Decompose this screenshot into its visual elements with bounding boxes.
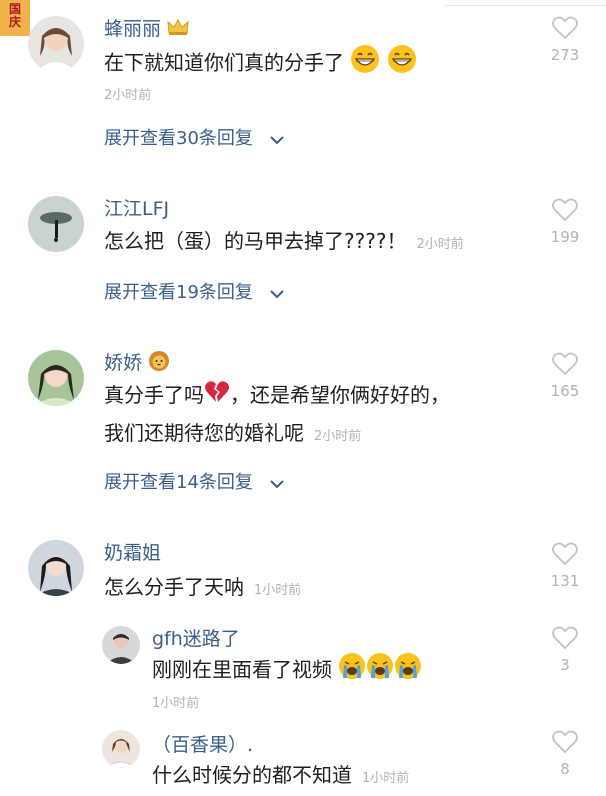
like-button[interactable]: 131 [545, 542, 585, 590]
like-count: 273 [550, 46, 580, 64]
comment-text-body: 刚刚在里面看了视频 [152, 657, 332, 682]
avatar[interactable] [28, 16, 84, 72]
comment-text: 真分手了吗 ，还是希望你俩好好的， [104, 378, 450, 414]
comment-item: 江江LFJ 怎么把（蛋）的马甲去掉了????！ 2小时前 展开查看19条回复 19… [0, 170, 606, 330]
heart-outline-icon [552, 730, 578, 754]
like-button[interactable]: 273 [545, 16, 585, 64]
commenter-name[interactable]: 蜂丽丽 [104, 14, 189, 41]
expand-replies-button[interactable]: 展开查看14条回复 [104, 468, 285, 494]
chevron-down-icon [269, 473, 285, 494]
crying-emoji [394, 652, 422, 690]
expand-replies-button[interactable]: 展开查看19条回复 [104, 278, 285, 304]
chevron-down-icon [269, 129, 285, 150]
avatar[interactable] [28, 540, 84, 596]
like-count: 8 [560, 760, 570, 778]
comment-time: 1小时前 [152, 696, 200, 711]
broken-heart-emoji [204, 380, 230, 414]
heart-outline-icon [552, 16, 578, 40]
commenter-name[interactable]: （百香果）. [152, 730, 253, 757]
comment-text-body: 怎么分手了天呐 [104, 575, 244, 599]
chevron-down-icon [269, 283, 285, 304]
comment-text-body: 怎么把（蛋）的马甲去掉了????！ [104, 229, 407, 253]
comment-item: 娇娇 真分手了吗 ，还是希望你俩好好的， 我们还期待您的婚礼呢 2小时前 展开查看1… [0, 330, 606, 520]
like-count: 165 [550, 382, 580, 400]
comment-time: 2小时前 [314, 429, 362, 444]
comment-text-body: 真分手了吗 [104, 383, 204, 407]
like-button[interactable]: 3 [545, 626, 585, 674]
comment-time: 2小时前 [416, 237, 464, 252]
like-count: 131 [550, 572, 580, 590]
heart-outline-icon [552, 542, 578, 566]
comment-text: 怎么把（蛋）的马甲去掉了????！ 2小时前 [104, 224, 464, 262]
comment-time: 2小时前 [104, 88, 152, 103]
crown-icon [167, 18, 189, 41]
commenter-name[interactable]: 娇娇 [104, 348, 170, 377]
like-count: 199 [550, 228, 580, 246]
reply-item: （百香果）. 什么时候分的都不知道 1小时前 8 [0, 720, 606, 796]
heart-outline-icon [552, 198, 578, 222]
grin-emoji [350, 44, 380, 84]
heart-outline-icon [552, 626, 578, 650]
comment-text-body: 我们还期待您的婚礼呢 [104, 421, 304, 445]
comment-item: 奶霜姐 怎么分手了天呐 1小时前 131 [0, 520, 606, 610]
comment-item: 蜂丽丽 在下就知道你们真的分手了 2小时前 展开查看30条回复 273 [0, 0, 606, 170]
expand-replies-label: 展开查看19条回复 [104, 282, 253, 303]
avatar[interactable] [102, 730, 140, 768]
avatar[interactable] [102, 626, 140, 664]
lion-emoji [148, 350, 170, 377]
comment-text-body-cont: ，还是希望你俩好好的， [230, 383, 450, 407]
commenter-name[interactable]: 奶霜姐 [104, 538, 161, 565]
expand-replies-button[interactable]: 展开查看30条回复 [104, 124, 285, 150]
comment-text-body: 在下就知道你们真的分手了 [104, 50, 344, 75]
comment-text: 什么时候分的都不知道 1小时前 [152, 758, 409, 796]
crying-emoji [366, 652, 394, 690]
commenter-name-text: 娇娇 [104, 352, 143, 374]
comment-text: 怎么分手了天呐 1小时前 [104, 570, 301, 608]
commenter-name[interactable]: 江江LFJ [104, 194, 169, 221]
avatar[interactable] [28, 350, 84, 406]
expand-replies-label: 展开查看14条回复 [104, 472, 253, 493]
commenter-name-text: 蜂丽丽 [104, 18, 162, 40]
comment-text-line2: 我们还期待您的婚礼呢 2小时前 [104, 416, 361, 454]
comment-text: 刚刚在里面看了视频 [152, 652, 422, 690]
like-button[interactable]: 165 [545, 352, 585, 400]
like-count: 3 [560, 656, 570, 674]
like-button[interactable]: 199 [545, 198, 585, 246]
comment-text: 在下就知道你们真的分手了 [104, 44, 417, 84]
reply-item: gfh迷路了 刚刚在里面看了视频 1小时前 3 [0, 610, 606, 720]
expand-replies-label: 展开查看30条回复 [104, 128, 253, 149]
like-button[interactable]: 8 [545, 730, 585, 778]
heart-outline-icon [552, 352, 578, 376]
comment-time: 1小时前 [362, 771, 410, 786]
comment-time: 1小时前 [254, 583, 302, 598]
comment-text-body: 什么时候分的都不知道 [152, 763, 352, 787]
commenter-name[interactable]: gfh迷路了 [152, 624, 240, 651]
crying-emoji [338, 652, 366, 690]
grin-emoji [387, 44, 417, 84]
avatar[interactable] [28, 196, 84, 252]
